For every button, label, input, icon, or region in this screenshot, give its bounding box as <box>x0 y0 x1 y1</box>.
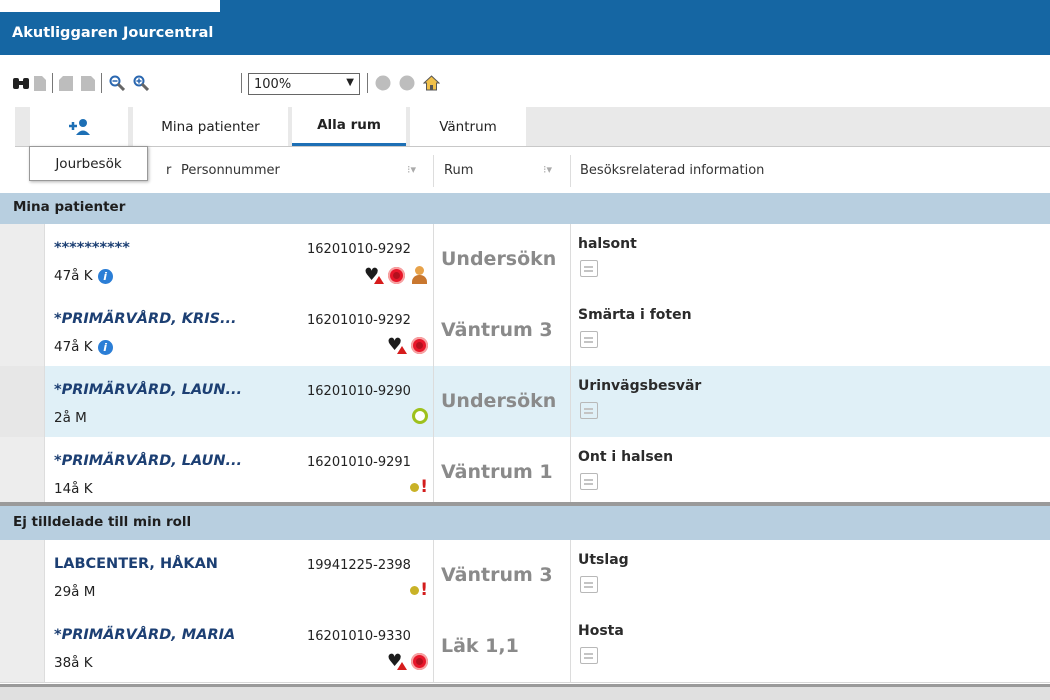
patient-room: Väntrum 3 <box>441 319 553 341</box>
zoom-value: 100% <box>254 77 292 92</box>
patient-age: 47å K <box>54 268 93 284</box>
add-visit-button[interactable] <box>30 107 128 146</box>
patient-age: 47å K <box>54 339 93 355</box>
patient-pnr: 16201010-9292 <box>307 242 411 257</box>
patient-age: 2å M <box>54 410 87 426</box>
person-icon <box>410 266 428 284</box>
group-header-ej-tilldelade[interactable]: Ej tilldelade till min roll <box>0 506 1050 540</box>
alert-icon: ! <box>410 479 428 496</box>
table-row[interactable]: *PRIMÄRVÅRD, LAUN... 2å M 16201010-9290 … <box>0 366 1050 438</box>
patient-room: Väntrum 3 <box>441 564 553 586</box>
patient-age: 29å M <box>54 584 96 600</box>
patient-name: LABCENTER, HÅKAN <box>54 556 218 572</box>
patient-name: *PRIMÄRVÅRD, LAUN... <box>54 453 243 469</box>
column-rum[interactable]: Rum <box>444 163 473 178</box>
visit-info: Utslag <box>578 552 629 568</box>
tab-mina-patienter[interactable]: Mina patienter <box>133 107 288 146</box>
infection-icon <box>388 266 405 284</box>
infection-icon <box>411 653 428 670</box>
visit-info: Smärta i foten <box>578 307 692 323</box>
page-icon[interactable] <box>33 75 47 91</box>
add-person-icon <box>69 118 90 135</box>
zoom-in-icon[interactable] <box>132 75 150 91</box>
status-ring-icon <box>412 408 428 424</box>
column-menu-icon[interactable]: ⁝▾ <box>543 163 552 176</box>
tab-bar: Mina patienter Alla rum Väntrum <box>15 107 1050 147</box>
title-bar: Akutliggaren Jourcentral <box>0 0 1050 55</box>
patient-name: *PRIMÄRVÅRD, LAUN... <box>54 382 243 398</box>
visit-info: Hosta <box>578 623 624 639</box>
app-title: Akutliggaren Jourcentral <box>12 25 214 41</box>
prev-page-icon[interactable] <box>58 75 74 91</box>
patient-age: 14å K <box>54 481 93 497</box>
comment-icon[interactable] <box>580 402 598 419</box>
infection-icon <box>411 337 428 354</box>
visit-info: Urinvägsbesvär <box>578 378 702 394</box>
table-row[interactable]: LABCENTER, HÅKAN 29å M 19941225-2398 ! V… <box>0 540 1050 612</box>
column-personnummer-prefix: r <box>166 163 172 178</box>
zoom-out-icon[interactable] <box>108 75 126 91</box>
alert-icon: ! <box>410 582 428 599</box>
chevron-down-icon: ▼ <box>346 77 354 88</box>
tab-vantrum[interactable]: Väntrum <box>410 107 526 146</box>
heart-warning-icon: ♥ <box>387 653 407 670</box>
circle-icon[interactable] <box>374 75 392 91</box>
info-icon[interactable]: i <box>97 339 113 355</box>
info-icon[interactable]: i <box>97 268 113 284</box>
column-menu-icon[interactable]: ⁝▾ <box>407 163 416 176</box>
visit-info: halsont <box>578 236 637 252</box>
patient-name: ********** <box>54 240 130 256</box>
heart-warning-icon: ♥ <box>364 266 384 284</box>
tooltip-jourbesok: Jourbesök <box>29 146 148 181</box>
heart-warning-icon: ♥ <box>387 337 407 354</box>
comment-icon[interactable] <box>580 260 598 277</box>
patient-name: *PRIMÄRVÅRD, MARIA <box>54 627 236 643</box>
group-header-mina-patienter[interactable]: Mina patienter <box>0 193 1050 224</box>
column-header: r Personnummer ⁝▾ Rum ⁝▾ Besöksrelaterad… <box>15 147 1050 195</box>
binoculars-icon[interactable] <box>12 75 30 91</box>
zoom-select[interactable]: 100% ▼ <box>248 73 360 95</box>
visit-info: Ont i halsen <box>578 449 674 465</box>
column-personnummer[interactable]: Personnummer <box>181 163 280 178</box>
patient-age: 38å K <box>54 655 93 671</box>
comment-icon[interactable] <box>580 647 598 664</box>
patient-room: Undersökn <box>441 248 557 270</box>
column-info[interactable]: Besöksrelaterad information <box>580 163 764 178</box>
patient-room: Väntrum 1 <box>441 461 553 483</box>
tab-alla-rum[interactable]: Alla rum <box>292 107 406 146</box>
comment-icon[interactable] <box>580 473 598 490</box>
table-row[interactable]: *PRIMÄRVÅRD, KRIS... 47å Ki 16201010-929… <box>0 295 1050 367</box>
table-row[interactable]: *PRIMÄRVÅRD, LAUN... 14å K 16201010-9291… <box>0 437 1050 509</box>
patient-pnr: 19941225-2398 <box>307 558 411 573</box>
table-row[interactable]: *PRIMÄRVÅRD, MARIA 38å K 16201010-9330 ♥… <box>0 611 1050 683</box>
patient-pnr: 16201010-9291 <box>307 455 411 470</box>
table-row[interactable]: ********** 47å Ki 16201010-9292 ♥ Unders… <box>0 224 1050 296</box>
patient-room: Läk 1,1 <box>441 635 519 657</box>
patient-room: Undersökn <box>441 390 557 412</box>
next-page-icon[interactable] <box>80 75 96 91</box>
patient-pnr: 16201010-9292 <box>307 313 411 328</box>
comment-icon[interactable] <box>580 576 598 593</box>
toolbar: 100% ▼ <box>0 55 1050 107</box>
patient-pnr: 16201010-9330 <box>307 629 411 644</box>
circle-icon[interactable] <box>398 75 416 91</box>
comment-icon[interactable] <box>580 331 598 348</box>
home-icon[interactable] <box>422 75 440 91</box>
bottom-bar <box>0 684 1050 700</box>
patient-name: *PRIMÄRVÅRD, KRIS... <box>54 311 237 327</box>
patient-pnr: 16201010-9290 <box>307 384 411 399</box>
